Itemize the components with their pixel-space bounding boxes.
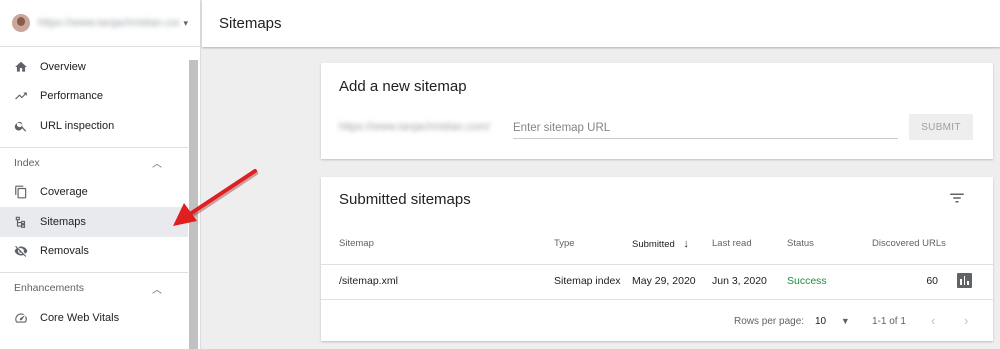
sidebar-item-label: Removals <box>40 245 89 258</box>
sidebar-item-label: Overview <box>40 60 86 73</box>
cell-discovered-urls: 60 <box>926 275 938 287</box>
sidebar-item-label: Performance <box>40 90 103 103</box>
add-sitemap-card: Add a new sitemap https://www.tanjachris… <box>321 63 993 159</box>
sidebar-item-label: URL inspection <box>40 119 115 132</box>
trending-up-icon <box>14 89 28 103</box>
sidebar-item-overview[interactable]: Overview <box>0 52 188 82</box>
column-header-submitted[interactable]: Submitted ↓ <box>632 238 689 250</box>
chevron-up-icon: ︿ <box>152 159 162 170</box>
dropdown-caret-icon: ▾ <box>183 17 188 28</box>
column-header-discovered-urls[interactable]: Discovered URLs <box>872 238 946 249</box>
page-title: Sitemaps <box>219 15 282 32</box>
speed-icon <box>14 311 28 325</box>
pagination-range: 1-1 of 1 <box>872 316 906 327</box>
copy-icon <box>14 185 28 199</box>
section-enhancements[interactable]: Enhancements ︿ <box>0 273 188 303</box>
section-title: Enhancements <box>14 282 85 294</box>
column-header-label: Submitted <box>632 239 675 250</box>
sidebar-item-performance[interactable]: Performance <box>0 82 188 112</box>
column-header-type[interactable]: Type <box>554 238 575 249</box>
column-header-status[interactable]: Status <box>787 238 814 249</box>
sidebar-item-sitemaps[interactable]: Sitemaps <box>0 207 188 237</box>
sitemap-icon <box>14 215 28 229</box>
property-selector[interactable]: https://www.tanjachristian.com/ ▾ <box>0 0 200 47</box>
status-badge: Success <box>787 275 827 287</box>
column-header-last-read[interactable]: Last read <box>712 238 752 249</box>
rows-per-page-value: 10 <box>815 316 827 327</box>
sidebar-item-label: Coverage <box>40 186 88 199</box>
rows-per-page-label: Rows per page: <box>734 316 805 327</box>
page-header: Sitemaps <box>202 0 1000 47</box>
cell-submitted: May 29, 2020 <box>632 275 696 287</box>
sidebar-item-label: Core Web Vitals <box>40 311 120 324</box>
eye-off-icon <box>14 244 28 258</box>
sidebar-item-removals[interactable]: Removals <box>0 237 188 267</box>
previous-page-icon[interactable]: ‹ <box>931 313 935 328</box>
sidebar: https://www.tanjachristian.com/ ▾ Overvi… <box>0 0 201 349</box>
sidebar-item-coverage[interactable]: Coverage <box>0 178 188 208</box>
section-title: Index <box>14 156 40 169</box>
divider <box>321 299 993 300</box>
dropdown-caret-icon: ▼ <box>840 316 850 326</box>
home-icon <box>14 60 28 74</box>
rows-per-page-select[interactable]: 10 ▼ <box>815 316 850 327</box>
section-index[interactable]: Index ︿ <box>0 148 188 178</box>
submitted-sitemaps-card: Submitted sitemaps Sitemap Type Submitte… <box>321 177 993 341</box>
bar-chart-icon[interactable] <box>957 273 972 288</box>
sitemap-url-prefix: https://www.tanjachristian.com/ <box>339 121 491 133</box>
avatar <box>12 14 30 32</box>
next-page-icon[interactable]: › <box>964 313 968 328</box>
cell-last-read: Jun 3, 2020 <box>712 275 767 287</box>
sidebar-item-core-web-vitals[interactable]: Core Web Vitals <box>0 303 188 333</box>
card-title: Add a new sitemap <box>339 78 467 95</box>
sort-arrow-down-icon: ↓ <box>683 238 689 250</box>
property-url: https://www.tanjachristian.com/ <box>38 17 180 29</box>
card-title: Submitted sitemaps <box>339 191 471 208</box>
chevron-up-icon: ︿ <box>152 284 162 296</box>
cell-sitemap: /sitemap.xml <box>339 275 398 287</box>
divider <box>321 264 993 265</box>
submit-button[interactable]: SUBMIT <box>909 114 973 140</box>
sidebar-item-label: Sitemaps <box>40 215 86 228</box>
sidebar-scrollbar[interactable] <box>189 60 198 349</box>
filter-icon[interactable] <box>948 189 966 207</box>
cell-type: Sitemap index <box>554 275 621 287</box>
sidebar-item-url-inspection[interactable]: URL inspection <box>0 111 188 141</box>
column-header-sitemap[interactable]: Sitemap <box>339 238 374 249</box>
search-icon <box>14 119 28 133</box>
sitemap-url-input[interactable] <box>513 117 898 139</box>
